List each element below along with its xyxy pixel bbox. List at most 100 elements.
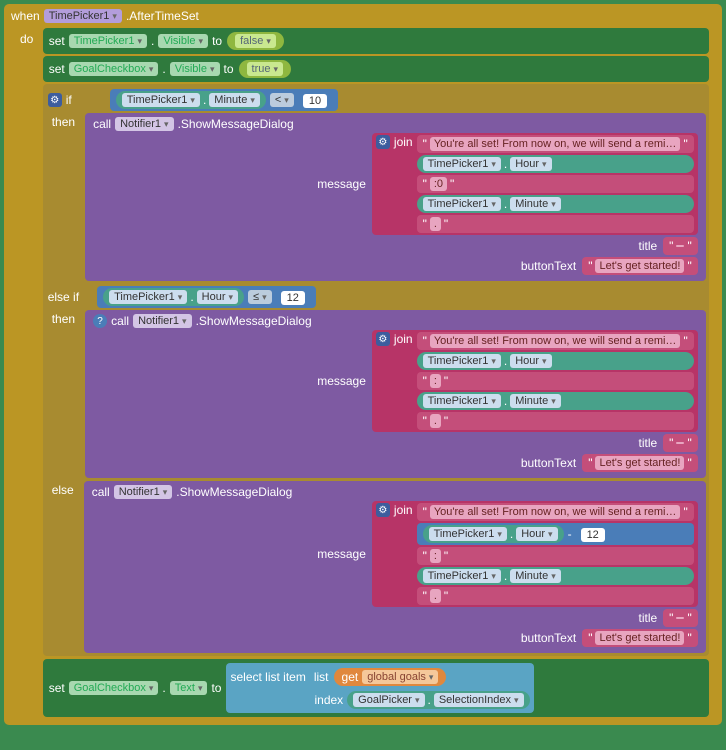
when-block[interactable]: when TimePicker1 .AfterTimeSet do set Ti… [4, 4, 722, 725]
arg-buttontext: buttonText [521, 631, 576, 645]
bool-false[interactable]: false [227, 32, 284, 50]
num-lit[interactable]: 12 [581, 528, 605, 542]
string-lit[interactable]: "." [417, 412, 694, 430]
notifier-dd[interactable]: Notifier1 [114, 485, 173, 499]
arg-message: message [317, 374, 366, 388]
prop-get[interactable]: TimePicker1 . Hour [103, 288, 244, 306]
string-lit[interactable]: ":" [417, 372, 694, 390]
set-comp-dd[interactable]: GoalCheckbox [69, 62, 159, 76]
prop-dd[interactable]: Minute [209, 93, 260, 107]
join-kw: join [394, 332, 413, 430]
if-block[interactable]: ⚙ if TimePicker1 . Minute < 10 [43, 84, 709, 656]
var-dd[interactable]: global goals [362, 670, 438, 684]
set-text-row[interactable]: set GoalCheckbox . Text to select list i… [43, 659, 709, 717]
minus-op: - [568, 527, 572, 541]
string-lit[interactable]: " " [663, 237, 698, 255]
set-visible-true[interactable]: set GoalCheckbox . Visible to true [43, 56, 709, 82]
arg-message: message [317, 547, 366, 561]
comp-dd[interactable]: GoalCheckbox [69, 681, 159, 695]
do-label: do [20, 28, 33, 46]
set-prop-dd[interactable]: Visible [170, 62, 220, 76]
join-kw: join [394, 503, 413, 605]
then-kw: then [46, 113, 81, 131]
comp-dd[interactable]: TimePicker1 [109, 290, 187, 304]
subtract-block[interactable]: TimePicker1.Hour - 12 [417, 523, 694, 545]
prop-dd[interactable]: SelectionIndex [434, 693, 524, 707]
method-name: .ShowMessageDialog [196, 314, 312, 328]
component-dd[interactable]: TimePicker1 [44, 9, 122, 23]
string-lit[interactable]: "You're all set! From now on, we will se… [417, 135, 694, 153]
prop-get-minute[interactable]: TimePicker1.Minute [417, 392, 694, 410]
string-lit[interactable]: "Let's get started!" [582, 257, 698, 275]
arg-buttontext: buttonText [521, 259, 576, 273]
set-comp-dd[interactable]: TimePicker1 [69, 34, 147, 48]
join-block[interactable]: ⚙ join "You're all set! From now on, we … [372, 133, 698, 235]
bool-true[interactable]: true [239, 60, 292, 78]
arg-buttontext: buttonText [521, 456, 576, 470]
prop-get-selindex[interactable]: GoalPicker . SelectionIndex [347, 691, 529, 709]
get-kw: get [342, 670, 359, 684]
prop-get-minute[interactable]: TimePicker1.Minute [417, 195, 694, 213]
string-lit[interactable]: "." [417, 587, 694, 605]
prop-dd[interactable]: Text [170, 681, 208, 695]
string-lit[interactable]: " " [663, 434, 698, 452]
to-kw: to [212, 34, 222, 48]
notifier-dd[interactable]: Notifier1 [115, 117, 174, 131]
prop-dd[interactable]: Hour [197, 290, 238, 304]
prop-get-hour[interactable]: TimePicker1.Hour [423, 525, 564, 543]
prop-get-hour[interactable]: TimePicker1.Hour [417, 155, 694, 173]
arg-title: title [638, 239, 657, 253]
to-kw: to [211, 681, 221, 695]
string-lit[interactable]: "." [417, 215, 694, 233]
index-label: index [314, 693, 343, 707]
call-kw: call [93, 117, 111, 131]
op-dd[interactable]: < [270, 93, 294, 107]
select-list-item-block[interactable]: select list item list get global goals i… [226, 663, 533, 713]
set-visible-false[interactable]: set TimePicker1 . Visible to false [43, 28, 709, 54]
gear-icon[interactable]: ⚙ [376, 332, 390, 346]
when-kw: when [11, 9, 40, 23]
gear-icon[interactable]: ⚙ [376, 503, 390, 517]
string-lit[interactable]: "Let's get started!" [582, 629, 698, 647]
else-kw: else [46, 481, 80, 499]
call-show-dialog-3[interactable]: call Notifier1 .ShowMessageDialog messag… [84, 481, 706, 653]
call-show-dialog-2[interactable]: ? call Notifier1 .ShowMessageDialog mess… [85, 310, 706, 478]
list-label: list [314, 670, 329, 684]
help-icon[interactable]: ? [93, 314, 107, 328]
join-kw: join [394, 135, 413, 233]
string-lit[interactable]: "Let's get started!" [582, 454, 698, 472]
arg-title: title [638, 611, 657, 625]
compare-block[interactable]: TimePicker1 . Minute < 10 [110, 89, 338, 111]
get-var-block[interactable]: get global goals [334, 668, 447, 686]
string-lit[interactable]: "You're all set! From now on, we will se… [417, 332, 694, 350]
num-lit[interactable]: 12 [281, 291, 305, 305]
join-block[interactable]: ⚙ join "You're all set! From now on, we … [372, 330, 698, 432]
select-list-kw: select list item [230, 670, 305, 684]
gear-icon[interactable]: ⚙ [376, 135, 390, 149]
if-kw: if [66, 93, 72, 107]
string-lit[interactable]: "You're all set! From now on, we will se… [417, 503, 694, 521]
string-lit[interactable]: ":" [417, 547, 694, 565]
call-kw: call [92, 485, 110, 499]
string-lit[interactable]: " " [663, 609, 698, 627]
num-lit[interactable]: 10 [303, 94, 327, 108]
prop-get-hour[interactable]: TimePicker1.Hour [417, 352, 694, 370]
compare-block[interactable]: TimePicker1 . Hour ≤ 12 [97, 286, 316, 308]
set-prop-dd[interactable]: Visible [158, 34, 208, 48]
comp-dd[interactable]: TimePicker1 [122, 93, 200, 107]
gear-icon[interactable]: ⚙ [48, 93, 62, 107]
set-kw: set [49, 681, 65, 695]
event-header: when TimePicker1 .AfterTimeSet [7, 7, 719, 25]
join-block[interactable]: ⚙ join "You're all set! From now on, we … [372, 501, 698, 607]
to-kw: to [224, 62, 234, 76]
call-kw: call [111, 314, 129, 328]
notifier-dd[interactable]: Notifier1 [133, 314, 192, 328]
op-dd[interactable]: ≤ [248, 290, 272, 304]
comp-dd[interactable]: GoalPicker [353, 693, 424, 707]
call-show-dialog-1[interactable]: call Notifier1 .ShowMessageDialog messag… [85, 113, 706, 281]
prop-get-minute[interactable]: TimePicker1.Minute [417, 567, 694, 585]
set-kw: set [49, 34, 65, 48]
method-name: .ShowMessageDialog [176, 485, 292, 499]
prop-get[interactable]: TimePicker1 . Minute [116, 91, 266, 109]
string-lit[interactable]: ":0" [417, 175, 694, 193]
